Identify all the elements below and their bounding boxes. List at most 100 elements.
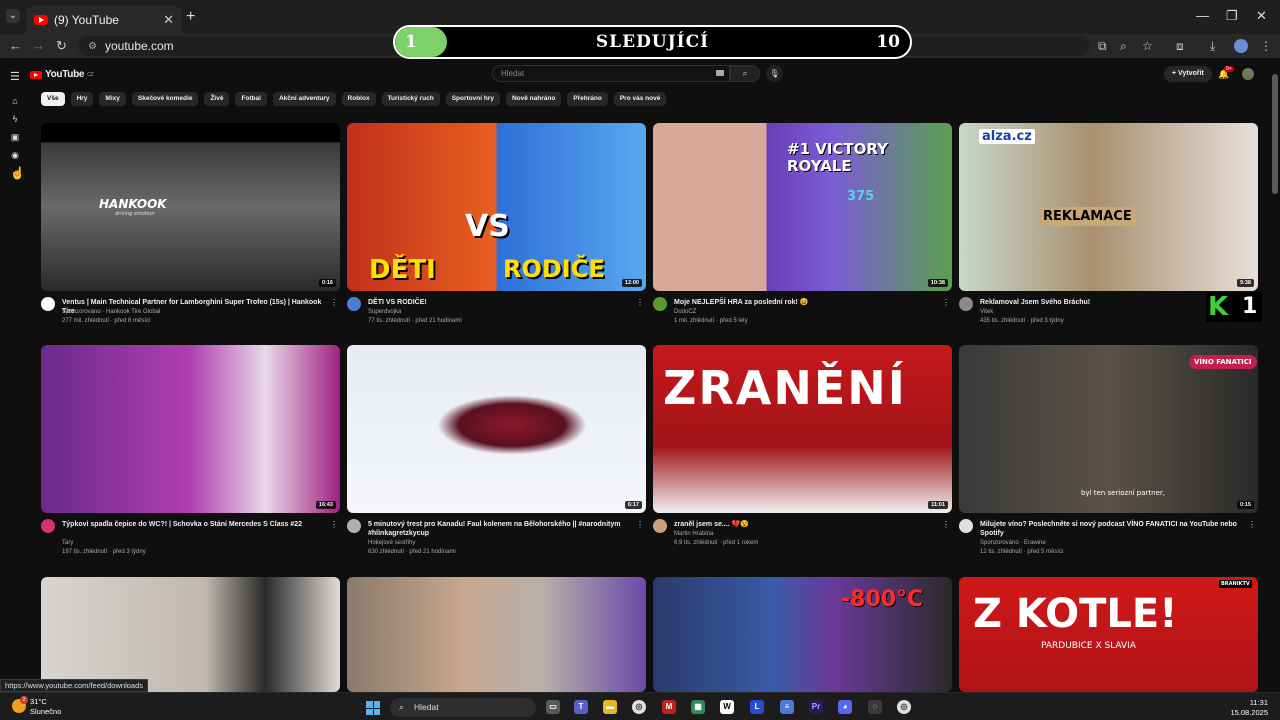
video-thumbnail[interactable]: 6:17 — [347, 345, 646, 513]
video-channel[interactable]: Hokejové sestřihy — [368, 540, 415, 546]
video-title[interactable]: Týpkovi spadla čepice do WC?! | Schovka … — [62, 520, 326, 529]
video-channel[interactable]: Sponzorováno · Erawine — [980, 540, 1046, 546]
video-card[interactable]: 6:17 5 minutový trest pro Kanadu! Faul k… — [347, 345, 646, 567]
video-channel[interactable]: Superdvojka — [368, 309, 401, 315]
video-title[interactable]: DĚTI VS RODIČE! — [368, 298, 632, 307]
channel-avatar[interactable] — [347, 519, 361, 533]
new-tab-button[interactable]: + — [186, 8, 195, 26]
more-options-icon[interactable]: ⋮ — [330, 298, 338, 307]
more-options-icon[interactable]: ⋮ — [942, 298, 950, 307]
chrome-active-icon[interactable]: ◎ — [897, 700, 911, 714]
install-app-icon[interactable]: ⧉ — [1098, 39, 1107, 54]
video-channel[interactable]: Tary — [62, 540, 73, 546]
video-channel[interactable]: Vitek — [980, 309, 993, 315]
chrome-icon[interactable]: ◎ — [632, 700, 646, 714]
more-options-icon[interactable]: ⋮ — [330, 520, 338, 529]
more-options-icon[interactable]: ⋮ — [942, 520, 950, 529]
chip-6[interactable]: Akční adventury — [272, 92, 336, 106]
video-title[interactable]: Milujete víno? Poslechněte si nový podca… — [980, 520, 1244, 538]
chip-0[interactable]: Vše — [41, 92, 65, 106]
windows-start-icon[interactable] — [366, 701, 380, 715]
page-scrollbar[interactable] — [1270, 60, 1280, 692]
mcafee-icon[interactable]: M — [662, 700, 676, 714]
video-thumbnail[interactable]: 16:43 — [41, 345, 340, 513]
channel-avatar[interactable] — [959, 297, 973, 311]
reload-icon[interactable]: ↻ — [56, 38, 67, 54]
shorts-icon[interactable]: ϟ — [10, 114, 20, 124]
video-card[interactable]: ZRANĚNÍ 11:01 zraněl jsem se.... 💔😵 Mart… — [653, 345, 952, 567]
chip-9[interactable]: Sportovní hry — [445, 92, 500, 106]
task-view-icon[interactable]: ▭ — [546, 700, 560, 714]
chip-5[interactable]: Fotbal — [235, 92, 267, 106]
video-card[interactable] — [41, 577, 340, 692]
tab-close-icon[interactable]: ✕ — [163, 12, 174, 28]
video-thumbnail[interactable]: BRANIKTV Z KOTLE! PARDUBICE X SLAVIA — [959, 577, 1258, 692]
system-clock[interactable]: 11:31 15.08.2025 — [1222, 698, 1268, 718]
video-thumbnail[interactable]: alza.cz REKLAMACE 9:38 — [959, 123, 1258, 291]
youtube-logo[interactable]: YouTube CZ — [30, 69, 94, 80]
search-button[interactable]: ⌕ — [730, 65, 760, 82]
premiere-icon[interactable]: Pr — [809, 700, 823, 714]
video-thumbnail[interactable]: ZRANĚNÍ 11:01 — [653, 345, 952, 513]
weather-widget[interactable]: 31°C Slunečno — [30, 697, 61, 717]
channel-avatar[interactable] — [347, 297, 361, 311]
minimize-button[interactable]: — — [1196, 8, 1209, 23]
chip-7[interactable]: Roblox — [341, 92, 376, 106]
video-card[interactable]: DĚTI VS RODIČE 12:00 DĚTI VS RODIČE! Sup… — [347, 123, 646, 345]
forward-icon[interactable]: → — [32, 38, 45, 53]
more-options-icon[interactable]: ⋮ — [636, 520, 644, 529]
video-card[interactable]: BRANIKTV Z KOTLE! PARDUBICE X SLAVIA — [959, 577, 1258, 692]
downloads-icon[interactable]: ⤓ — [1210, 39, 1215, 54]
l-app-icon[interactable]: L — [750, 700, 764, 714]
video-card[interactable]: HANKOOK driving emotion 0:16 Ventus | Ma… — [41, 123, 340, 345]
chip-3[interactable]: Skečové komedie — [131, 92, 199, 106]
site-info-icon[interactable]: ⚙ — [88, 41, 97, 52]
close-window-button[interactable]: ✕ — [1256, 8, 1267, 24]
channel-avatar[interactable] — [959, 519, 973, 533]
video-title[interactable]: 5 minutový trest pro Kanadu! Faul kolene… — [368, 520, 632, 538]
browser-profile-avatar[interactable] — [1234, 39, 1248, 53]
maximize-button[interactable]: ❐ — [1226, 8, 1238, 24]
hamburger-menu-icon[interactable]: ☰ — [10, 70, 20, 83]
channel-avatar[interactable] — [41, 297, 55, 311]
video-card[interactable]: #1 VICTORY ROYALE 375 10:38 Moje NEJLEPŠ… — [653, 123, 952, 345]
video-thumbnail[interactable] — [41, 577, 340, 692]
microsoft-store-icon[interactable]: ▦ — [691, 700, 705, 714]
back-icon[interactable]: ← — [9, 38, 22, 53]
chip-10[interactable]: Nově nahráno — [505, 92, 562, 106]
channel-avatar[interactable] — [653, 297, 667, 311]
video-card[interactable] — [347, 577, 646, 692]
more-options-icon[interactable]: ⋮ — [636, 298, 644, 307]
browser-tab-youtube[interactable]: (9) YouTube ✕ — [26, 6, 182, 34]
search-input[interactable]: Hledat — [492, 65, 730, 82]
teams-icon[interactable]: T — [574, 700, 588, 714]
video-thumbnail[interactable]: HANKOOK driving emotion 0:16 — [41, 123, 340, 291]
channel-avatar[interactable] — [653, 519, 667, 533]
chip-2[interactable]: Mixy — [99, 92, 126, 106]
scrollbar-thumb[interactable] — [1272, 74, 1278, 194]
home-icon[interactable]: ⌂ — [10, 96, 20, 106]
video-title[interactable]: Reklamoval Jsem Svého Bráchu! — [980, 298, 1244, 307]
video-thumbnail[interactable] — [347, 577, 646, 692]
you-profile-icon[interactable]: ◉ — [10, 150, 20, 161]
tab-search-button[interactable]: ⌄ — [6, 9, 20, 23]
account-avatar[interactable] — [1242, 68, 1254, 80]
video-title[interactable]: zraněl jsem se.... 💔😵 — [674, 520, 938, 529]
video-channel[interactable]: Sponzorováno · Hankook Tire Global — [62, 309, 160, 315]
keyboard-icon[interactable] — [716, 70, 724, 76]
video-thumbnail[interactable]: VÍNO FANATICI byl ten seriozní partner, … — [959, 345, 1258, 513]
chip-11[interactable]: Přehráno — [567, 92, 608, 106]
browser-menu-icon[interactable]: ⋮ — [1260, 39, 1272, 53]
obs-icon[interactable]: ◌ — [868, 700, 882, 714]
video-card[interactable]: 16:43 Týpkovi spadla čepice do WC?! | Sc… — [41, 345, 340, 567]
video-thumbnail[interactable]: DĚTI VS RODIČE 12:00 — [347, 123, 646, 291]
chip-8[interactable]: Turistický ruch — [381, 92, 440, 106]
voice-search-button[interactable]: 🎙 — [766, 65, 783, 82]
video-card[interactable]: -800°C — [653, 577, 952, 692]
subscriptions-icon[interactable]: ▣ — [10, 132, 20, 143]
create-button[interactable]: + Vytvořit — [1164, 66, 1212, 82]
video-channel[interactable]: DodoCZ — [674, 309, 696, 315]
taskbar-search[interactable]: ⌕ Hledat — [390, 698, 536, 717]
more-options-icon[interactable]: ⋮ — [1248, 520, 1256, 529]
word-app-icon[interactable]: W — [720, 700, 734, 714]
